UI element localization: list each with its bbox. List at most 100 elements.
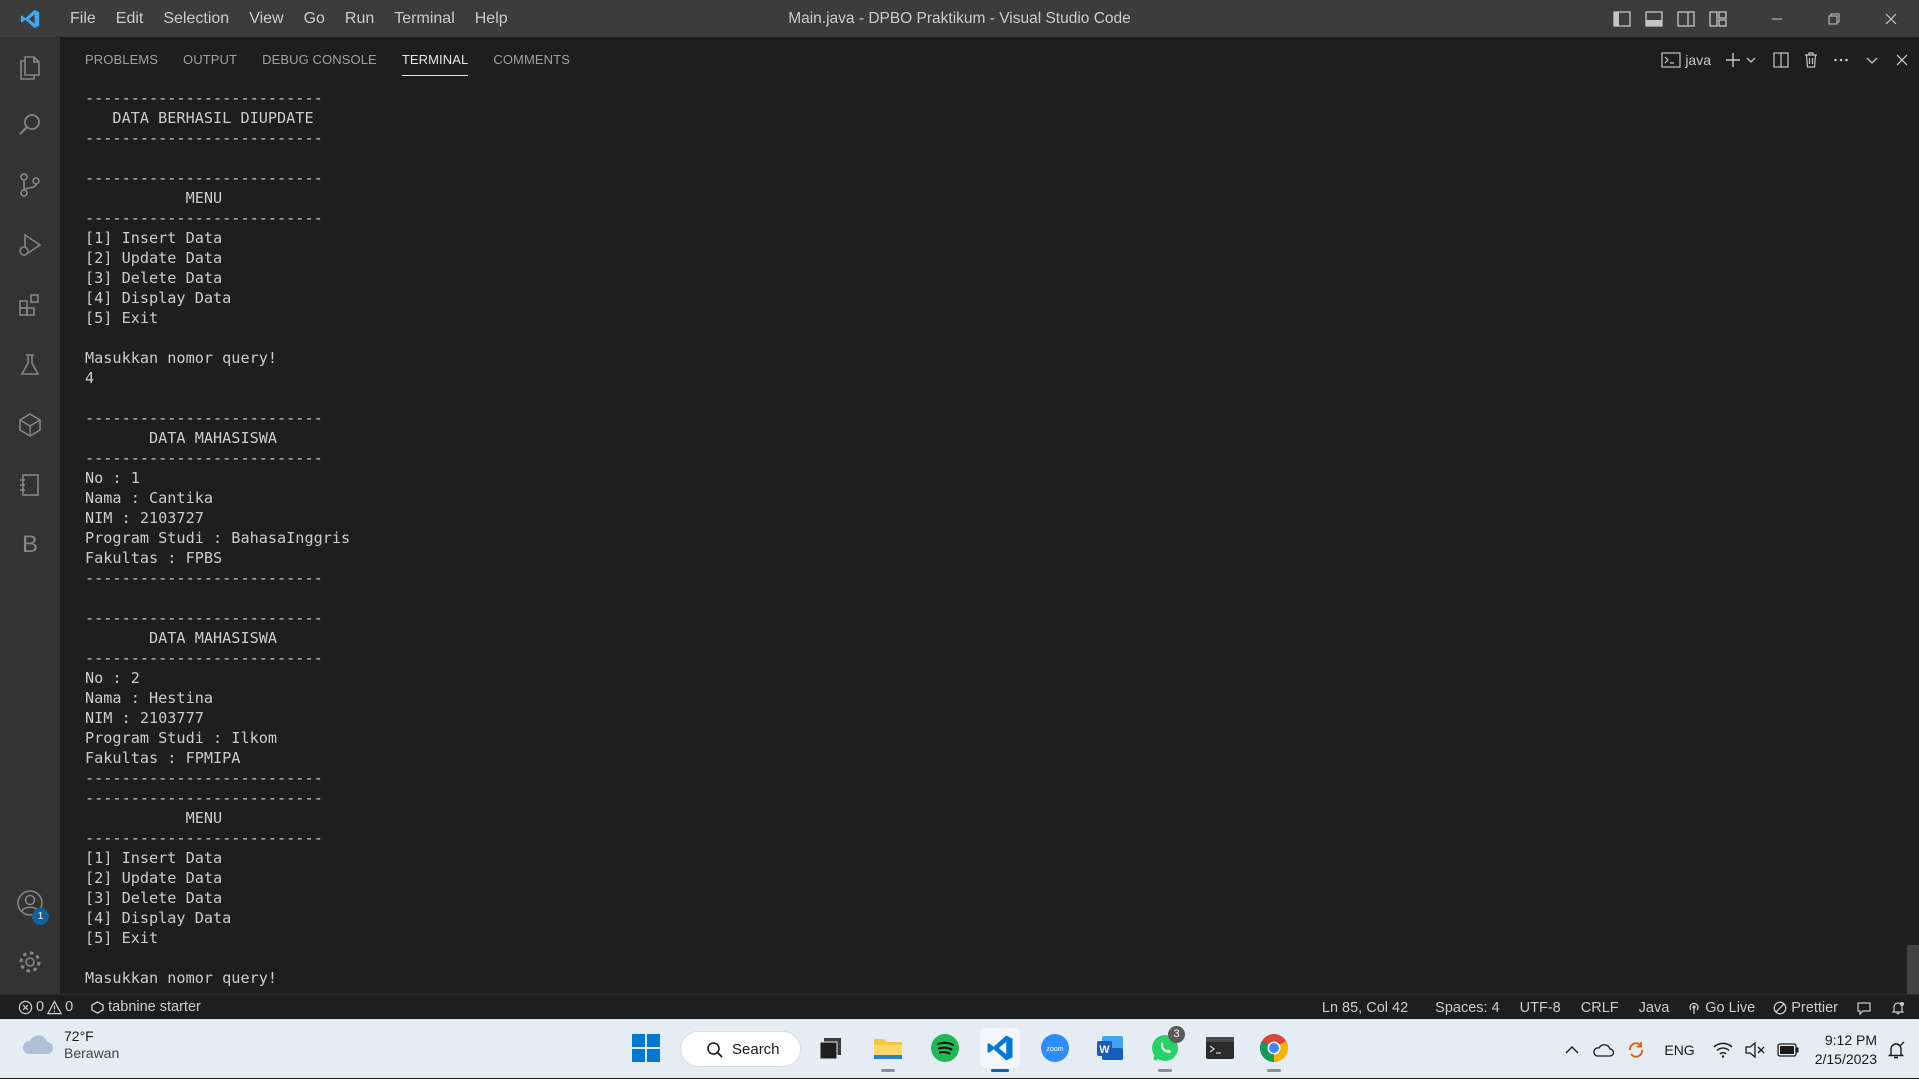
whatsapp-icon[interactable]: 3 (1145, 1026, 1185, 1072)
task-view-icon[interactable] (811, 1028, 851, 1068)
close-panel-icon[interactable] (1895, 37, 1909, 82)
chrome-icon[interactable] (1254, 1028, 1294, 1072)
terminal-line: [2] Update Data (85, 249, 223, 267)
prettier-button[interactable]: Prettier (1764, 995, 1847, 1020)
terminal-instance-selector[interactable]: java (1661, 37, 1711, 82)
settings-gear-icon[interactable] (0, 935, 60, 989)
search-icon[interactable] (0, 98, 60, 152)
indentation[interactable]: Spaces: 4 (1426, 995, 1509, 1020)
terminal-line: Masukkan nomor query! (85, 349, 278, 367)
tab-output[interactable]: OUTPUT (183, 37, 237, 82)
split-terminal-icon[interactable] (1773, 37, 1789, 82)
sync-icon[interactable] (1626, 1020, 1646, 1079)
testing-icon[interactable] (0, 338, 60, 392)
terminal-name: java (1685, 51, 1711, 68)
more-actions-icon[interactable] (1833, 37, 1849, 82)
minimize-icon[interactable] (1748, 0, 1805, 37)
source-control-icon[interactable] (0, 158, 60, 212)
restore-icon[interactable] (1805, 0, 1862, 37)
chevron-down-icon[interactable] (1745, 37, 1757, 82)
vscode-taskbar-icon[interactable] (980, 1028, 1020, 1072)
terminal-line: -------------------------- (85, 829, 323, 847)
terminal-line: Program Studi : Ilkom (85, 729, 278, 747)
terminal-scrollbar[interactable] (1907, 82, 1919, 1039)
word-icon[interactable]: W (1090, 1028, 1130, 1068)
terminal-line: -------------------------- (85, 89, 323, 107)
new-terminal-icon[interactable] (1725, 37, 1741, 82)
cursor-position[interactable]: Ln 85, Col 42 (1313, 995, 1417, 1020)
warning-count: 0 (65, 999, 74, 1015)
toggle-primary-sidebar-icon[interactable] (1606, 0, 1638, 37)
terminal-panel: PROBLEMS OUTPUT DEBUG CONSOLE TERMINAL C… (60, 37, 1919, 1039)
menu-terminal[interactable]: Terminal (384, 0, 464, 37)
feedback-icon[interactable] (1847, 995, 1881, 1020)
menu-view[interactable]: View (239, 0, 293, 37)
extensions-icon[interactable] (0, 278, 60, 332)
menu-help[interactable]: Help (465, 0, 518, 37)
tab-problems[interactable]: PROBLEMS (85, 37, 158, 82)
error-icon (18, 1000, 33, 1014)
terminal-line: Masukkan nomor query! (85, 969, 278, 987)
go-live-button[interactable]: Go Live (1678, 995, 1764, 1020)
terminal-output[interactable]: -------------------------- DATA BERHASIL… (85, 88, 1865, 990)
windows-start-icon[interactable] (626, 1028, 666, 1068)
trash-icon[interactable] (1803, 37, 1819, 82)
title-bar-controls (1606, 0, 1919, 37)
zoom-icon[interactable]: zoom (1035, 1028, 1075, 1068)
explorer-icon[interactable] (0, 40, 60, 94)
terminal-line: -------------------------- (85, 169, 323, 187)
toggle-panel-icon[interactable] (1638, 0, 1670, 37)
terminal-line: Nama : Hestina (85, 689, 214, 707)
notebook-icon[interactable] (0, 458, 60, 512)
remote-explorer-icon[interactable] (0, 398, 60, 452)
input-language[interactable]: ENG (1664, 1020, 1694, 1079)
file-explorer-icon[interactable] (868, 1028, 908, 1072)
weather-widget[interactable]: 72°F Berawan (20, 1028, 119, 1062)
toggle-secondary-sidebar-icon[interactable] (1670, 0, 1702, 37)
close-window-icon[interactable] (1862, 0, 1919, 37)
onedrive-cloud-icon[interactable] (1592, 1020, 1615, 1079)
menu-selection[interactable]: Selection (153, 0, 239, 37)
end-of-line[interactable]: CRLF (1572, 995, 1628, 1020)
accounts-icon[interactable]: 1 (0, 876, 60, 930)
terminal-line: MENU (85, 189, 223, 207)
windows-taskbar: 72°F Berawan Search zoom W 3 ENG 9:12 PM… (0, 1019, 1919, 1078)
language-mode[interactable]: Java (1630, 995, 1679, 1020)
customize-layout-icon[interactable] (1702, 0, 1734, 37)
terminal-line: Program Studi : BahasaInggris (85, 529, 351, 547)
show-hidden-icons-chevron-up-icon[interactable] (1564, 1020, 1580, 1079)
tab-debug-console[interactable]: DEBUG CONSOLE (262, 37, 377, 82)
terminal-app-icon[interactable] (1200, 1028, 1240, 1068)
tab-comments[interactable]: COMMENTS (493, 37, 570, 82)
terminal-line: NIM : 2103727 (85, 509, 204, 527)
go-live-label: Go Live (1705, 999, 1756, 1016)
terminal-line: [4] Display Data (85, 289, 232, 307)
run-debug-icon[interactable] (0, 218, 60, 272)
wifi-icon[interactable] (1713, 1020, 1733, 1079)
notifications-bell-icon[interactable] (1881, 995, 1915, 1020)
terminal-line: MENU (85, 809, 223, 827)
b-extension-icon[interactable]: B (0, 518, 60, 572)
menu-edit[interactable]: Edit (106, 0, 154, 37)
terminal-line: -------------------------- (85, 569, 323, 587)
encoding[interactable]: UTF-8 (1511, 995, 1570, 1020)
volume-muted-icon[interactable] (1745, 1020, 1765, 1079)
tab-terminal[interactable]: TERMINAL (401, 37, 469, 82)
battery-icon[interactable] (1777, 1020, 1799, 1079)
tabnine-icon (91, 1000, 104, 1014)
terminal-line: 4 (85, 369, 95, 387)
spotify-icon[interactable] (925, 1028, 965, 1068)
menu-run[interactable]: Run (335, 0, 384, 37)
menu-go[interactable]: Go (294, 0, 335, 37)
maximize-panel-chevron-icon[interactable] (1865, 37, 1879, 82)
taskbar-search[interactable]: Search (680, 1031, 801, 1067)
tabnine-status[interactable]: tabnine starter (82, 995, 210, 1020)
notification-center-icon[interactable] (1887, 1020, 1905, 1079)
clock[interactable]: 9:12 PM 2/15/2023 (1815, 1031, 1877, 1069)
problems-status[interactable]: 0 0 (0, 995, 82, 1020)
menu-file[interactable]: File (60, 0, 106, 37)
